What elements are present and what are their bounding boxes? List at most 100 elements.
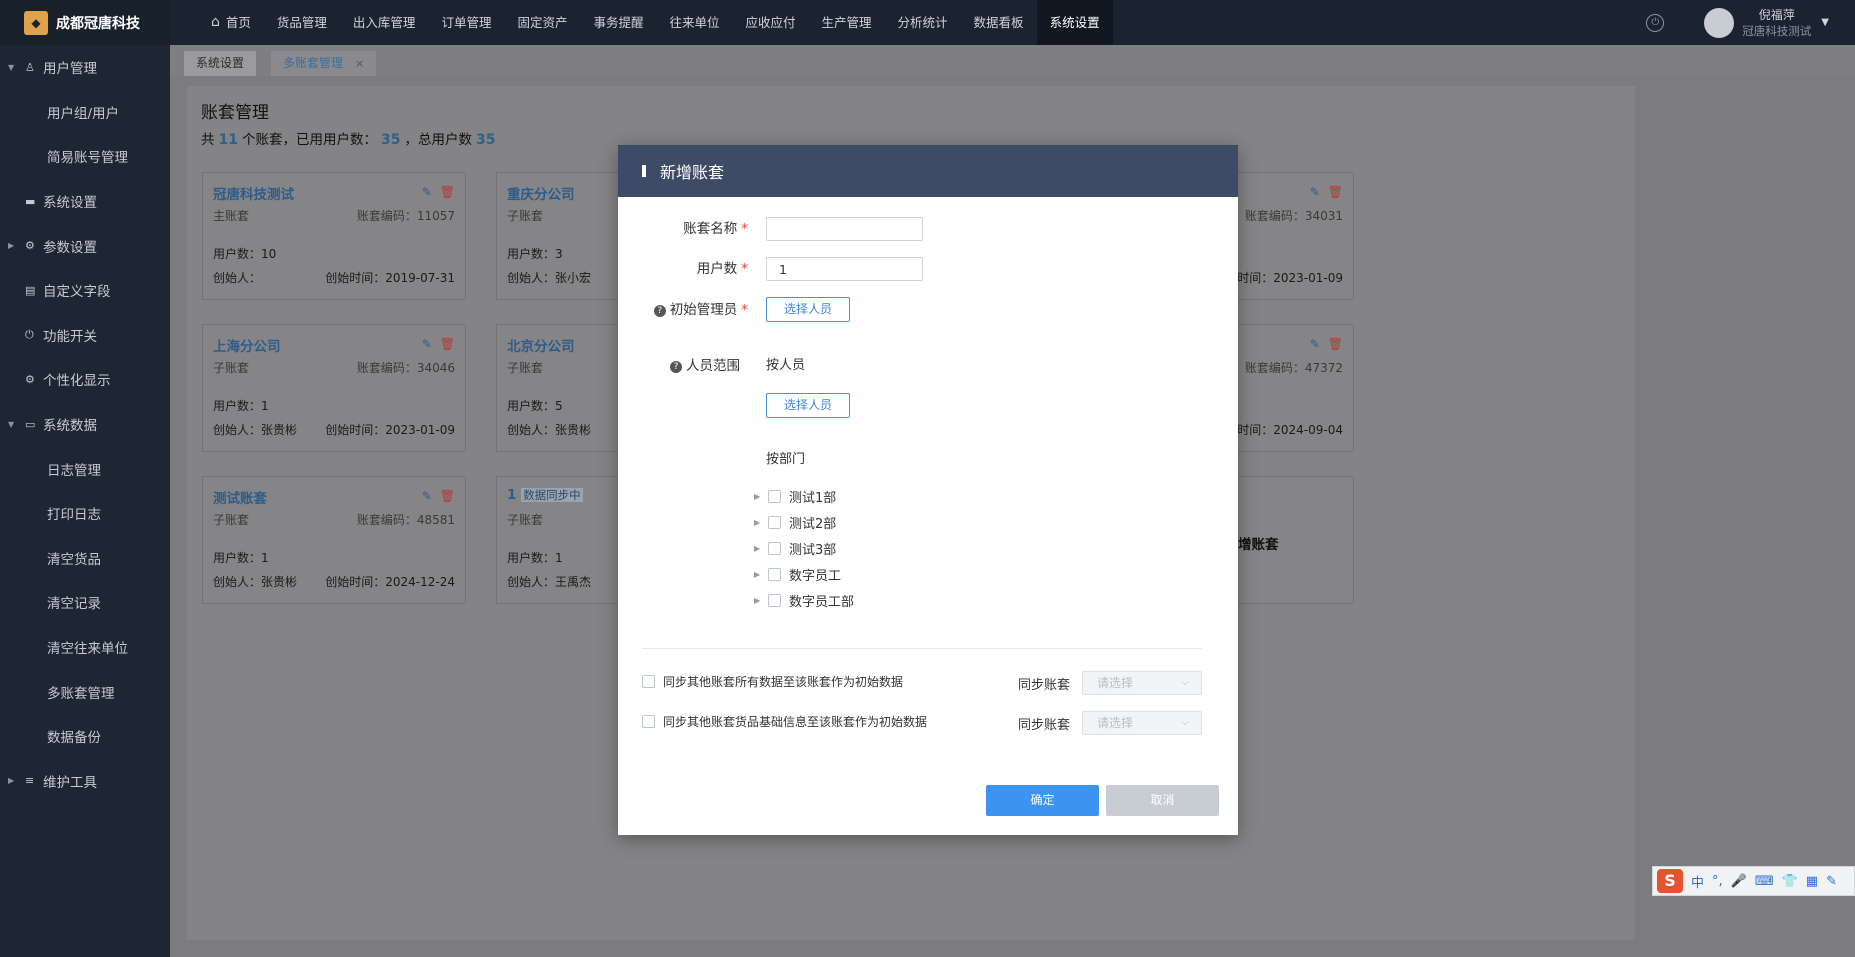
department-tree-item[interactable]: ▶ 测试2部: [754, 513, 836, 532]
sidebar-item-multi-account-sets[interactable]: 多账套管理: [0, 669, 170, 714]
ime-punctuation[interactable]: °,: [1712, 874, 1723, 889]
sidebar-item-personalization[interactable]: ⚙ 个性化显示: [0, 357, 170, 402]
nav-goods[interactable]: 货品管理: [264, 0, 340, 45]
account-card[interactable]: 冠唐科技测试 ✎ 🗑 主账套 账套编码：11057 用户数：10 创始人： 创始时…: [202, 172, 466, 300]
nav-fixed-assets[interactable]: 固定资产: [504, 0, 580, 45]
sidebar-item-feature-switches[interactable]: ⏻ 功能开关: [0, 313, 170, 358]
sidebar-item-simple-accounts[interactable]: 简易账号管理: [0, 134, 170, 179]
cancel-button[interactable]: 取消: [1106, 785, 1219, 816]
delete-icon[interactable]: 🗑: [440, 489, 455, 503]
user-count-input[interactable]: [766, 257, 923, 281]
sync-goods-info-option[interactable]: 同步其他账套货品基础信息至该账套作为初始数据: [642, 713, 927, 730]
account-card[interactable]: 测试账套 ✎ 🗑 子账套 账套编码：48581 用户数：1 创始人：张贵彬 创始时…: [202, 476, 466, 604]
caret-right-icon[interactable]: ▶: [754, 596, 768, 605]
sidebar-item-system-data[interactable]: ▼ ▭ 系统数据: [0, 402, 170, 447]
caret-right-icon[interactable]: ▶: [754, 518, 768, 527]
nav-dashboard[interactable]: 数据看板: [961, 0, 1037, 45]
department-checkbox[interactable]: [768, 516, 781, 529]
edit-icon[interactable]: ✎: [1310, 337, 1320, 351]
account-name-input[interactable]: [766, 217, 923, 241]
confirm-button[interactable]: 确定: [986, 785, 1099, 816]
card-name[interactable]: 测试账套: [213, 487, 267, 507]
sidebar-item-clear-records[interactable]: 清空记录: [0, 580, 170, 625]
sidebar-item-system-settings[interactable]: ▬ 系统设置: [0, 179, 170, 224]
nav-reminders[interactable]: 事务提醒: [580, 0, 656, 45]
edit-icon[interactable]: ✎: [422, 489, 432, 503]
staff-scope-label: ? 人员范围: [540, 354, 740, 374]
sync-all-data-option[interactable]: 同步其他账套所有数据至该账套作为初始数据: [642, 673, 903, 690]
sidebar-item-user-groups[interactable]: 用户组/用户: [0, 90, 170, 135]
nav-receivables[interactable]: 应收应付: [733, 0, 809, 45]
question-icon[interactable]: ?: [670, 361, 682, 373]
delete-icon[interactable]: 🗑: [1328, 185, 1343, 199]
caret-right-icon[interactable]: ▶: [754, 492, 768, 501]
mic-icon[interactable]: 🎤: [1731, 874, 1747, 889]
tab-system-settings[interactable]: 系统设置: [184, 51, 257, 76]
close-icon[interactable]: ×: [355, 57, 364, 70]
sync-account-select[interactable]: 请选择 ⌵: [1082, 671, 1202, 695]
department-tree-item[interactable]: ▶ 测试1部: [754, 487, 836, 506]
sidebar-item-log-management[interactable]: 日志管理: [0, 446, 170, 491]
sidebar-item-print-log[interactable]: 打印日志: [0, 491, 170, 536]
avatar[interactable]: [1704, 7, 1735, 38]
nav-partners[interactable]: 往来单位: [656, 0, 732, 45]
card-name[interactable]: 北京分公司: [507, 335, 575, 355]
sync-all-checkbox[interactable]: [642, 675, 655, 688]
department-checkbox[interactable]: [768, 594, 781, 607]
total-sets-count: 11: [218, 132, 238, 148]
department-tree-item[interactable]: ▶ 数字员工: [754, 565, 841, 584]
sync-account-select[interactable]: 请选择 ⌵: [1082, 711, 1202, 735]
by-person-label: 按人员: [766, 358, 806, 373]
card-name[interactable]: 上海分公司: [213, 335, 281, 355]
caret-right-icon[interactable]: ▶: [754, 570, 768, 579]
sidebar-item-clear-goods[interactable]: 清空货品: [0, 536, 170, 581]
sidebar-item-parameters[interactable]: ▶ ⚙ 参数设置: [0, 223, 170, 268]
department-checkbox[interactable]: [768, 490, 781, 503]
edit-icon[interactable]: ✎: [1310, 185, 1320, 199]
edit-icon[interactable]: ✎: [422, 337, 432, 351]
edit-icon[interactable]: ✎: [422, 185, 432, 199]
sync-goods-checkbox[interactable]: [642, 715, 655, 728]
tab-multi-account-sets[interactable]: 多账套管理 ×: [271, 51, 377, 76]
chevron-down-icon[interactable]: ▼: [1821, 17, 1829, 28]
sidebar-item-maintenance-tools[interactable]: ▶ ≡ 维护工具: [0, 759, 170, 804]
delete-icon[interactable]: 🗑: [440, 337, 455, 351]
brand[interactable]: ◆ 成都冠唐科技: [0, 0, 170, 45]
chevron-right-icon: ▶: [8, 241, 15, 251]
user-info[interactable]: 倪福萍 冠唐科技测试: [1742, 7, 1811, 39]
card-date: 创始时间：2023-01-09: [325, 423, 455, 437]
dialog-title: 新增账套: [660, 163, 725, 182]
delete-icon[interactable]: 🗑: [440, 185, 455, 199]
nav-home[interactable]: ⌂ 首页: [198, 0, 264, 45]
card-name[interactable]: 重庆分公司: [507, 183, 575, 203]
caret-right-icon[interactable]: ▶: [754, 544, 768, 553]
help-circle-icon[interactable]: ⏻: [1646, 13, 1665, 32]
nav-system-settings[interactable]: 系统设置: [1036, 0, 1113, 45]
ime-chinese-mode[interactable]: 中: [1691, 872, 1704, 891]
sidebar-item-clear-partners[interactable]: 清空往来单位: [0, 625, 170, 670]
apps-icon[interactable]: ▦: [1806, 874, 1818, 889]
account-card[interactable]: 上海分公司 ✎ 🗑 子账套 账套编码：34046 用户数：1 创始人：张贵彬 创始…: [202, 324, 466, 452]
department-tree-item[interactable]: ▶ 测试3部: [754, 539, 836, 558]
sidebar-item-data-backup[interactable]: 数据备份: [0, 714, 170, 759]
keyboard-icon[interactable]: ⌨: [1755, 874, 1774, 889]
delete-icon[interactable]: 🗑: [1328, 337, 1343, 351]
nav-production[interactable]: 生产管理: [809, 0, 885, 45]
card-name[interactable]: 冠唐科技测试: [213, 183, 294, 203]
department-checkbox[interactable]: [768, 542, 781, 555]
sidebar-item-user-management[interactable]: ▼ ♙ 用户管理: [0, 45, 170, 90]
select-staff-button[interactable]: 选择人员: [766, 393, 850, 418]
tools-icon[interactable]: ✎: [1826, 874, 1837, 889]
skin-icon[interactable]: 👕: [1782, 874, 1798, 889]
card-name[interactable]: 1 数据同步中: [507, 487, 583, 503]
nav-analytics[interactable]: 分析统计: [885, 0, 961, 45]
nav-stock-io[interactable]: 出入库管理: [340, 0, 429, 45]
department-tree-item[interactable]: ▶ 数字员工部: [754, 591, 854, 610]
required-mark: *: [741, 261, 748, 277]
select-admin-button[interactable]: 选择人员: [766, 297, 850, 322]
nav-orders[interactable]: 订单管理: [428, 0, 504, 45]
sidebar-item-custom-fields[interactable]: ▤ 自定义字段: [0, 268, 170, 313]
sogou-logo-icon[interactable]: S: [1657, 869, 1683, 893]
department-checkbox[interactable]: [768, 568, 781, 581]
question-icon[interactable]: ?: [653, 305, 666, 317]
